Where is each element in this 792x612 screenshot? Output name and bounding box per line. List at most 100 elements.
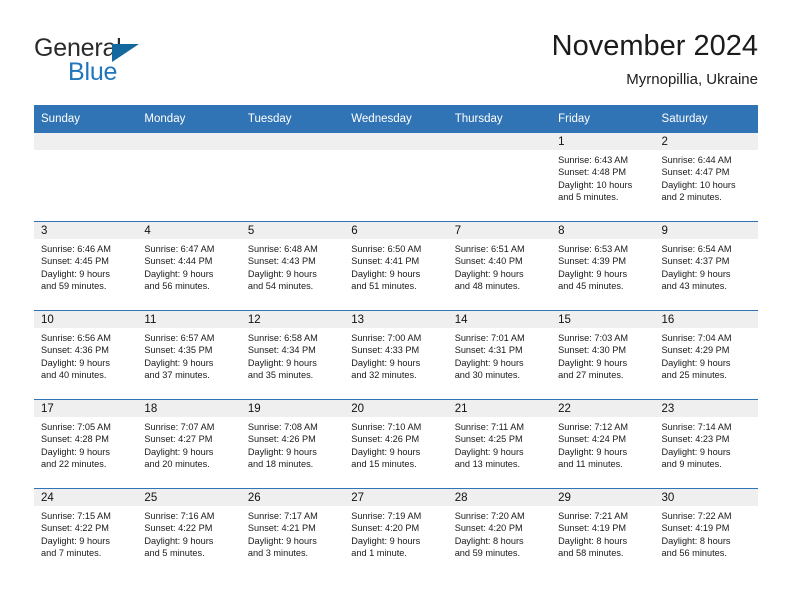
weekday-header-saturday: Saturday xyxy=(654,105,758,133)
day-number: 14 xyxy=(447,311,552,328)
calendar-day-cell[interactable]: 14 Sunrise: 7:01 AM Sunset: 4:31 PM Dayligh… xyxy=(447,310,552,400)
daylight-text: Daylight: 9 hours xyxy=(454,268,524,279)
sunset-text: Sunset: 4:25 PM xyxy=(454,434,523,445)
daylight-text: Daylight: 9 hours xyxy=(661,268,731,279)
brand-logo[interactable]: General Blue xyxy=(34,34,254,90)
daylight-text-cont: and 11 minutes. xyxy=(558,459,623,470)
daylight-text-cont: and 22 minutes. xyxy=(41,459,107,470)
daylight-text-cont: and 25 minutes. xyxy=(661,370,727,381)
day-detail-list: Sunrise: 7:22 AM Sunset: 4:19 PM Daylight:… xyxy=(655,506,758,560)
sunset-text: Sunset: 4:19 PM xyxy=(558,523,627,534)
calendar-day-cell[interactable]: 23 Sunrise: 7:14 AM Sunset: 4:23 PM Dayligh… xyxy=(654,399,758,489)
calendar-week-row: 10 Sunrise: 6:56 AM Sunset: 4:36 PM Dayligh… xyxy=(34,310,758,400)
page-title: November 2024 xyxy=(551,30,758,62)
sunset-text: Sunset: 4:29 PM xyxy=(661,345,730,356)
day-detail-list: Sunrise: 6:44 AM Sunset: 4:47 PM Daylight:… xyxy=(655,150,758,204)
sunset-text: Sunset: 4:28 PM xyxy=(41,434,109,445)
calendar-day-cell[interactable]: 19 Sunrise: 7:08 AM Sunset: 4:26 PM Dayligh… xyxy=(240,399,345,489)
calendar-day-cell[interactable]: 17 Sunrise: 7:05 AM Sunset: 4:28 PM Dayligh… xyxy=(34,399,138,489)
day-detail-list: Sunrise: 7:00 AM Sunset: 4:33 PM Daylight:… xyxy=(344,328,447,382)
calendar-header-row: Sunday Monday Tuesday Wednesday Thursday Frid… xyxy=(34,105,758,133)
sunset-text: Sunset: 4:35 PM xyxy=(144,345,213,356)
daylight-text: Daylight: 9 hours xyxy=(41,357,110,368)
daylight-text-cont: and 40 minutes. xyxy=(41,370,107,381)
day-detail-list: Sunrise: 6:51 AM Sunset: 4:40 PM Daylight:… xyxy=(448,239,551,293)
day-number: 18 xyxy=(137,400,241,417)
day-detail-list: Sunrise: 7:15 AM Sunset: 4:22 PM Daylight:… xyxy=(34,506,137,560)
daylight-text-cont: and 15 minutes. xyxy=(351,459,417,470)
calendar-day-cell[interactable]: 1 Sunrise: 6:43 AM Sunset: 4:48 PM Daylight… xyxy=(551,133,655,222)
sunset-text: Sunset: 4:40 PM xyxy=(454,256,523,267)
calendar-day-cell-empty xyxy=(34,133,138,222)
day-number: 6 xyxy=(344,222,448,239)
day-number: 11 xyxy=(137,311,241,328)
daylight-text-cont: and 58 minutes. xyxy=(558,548,624,559)
day-detail-list: Sunrise: 6:56 AM Sunset: 4:36 PM Daylight:… xyxy=(34,328,137,382)
daylight-text-cont: and 56 minutes. xyxy=(661,548,727,559)
calendar-day-cell[interactable]: 5 Sunrise: 6:48 AM Sunset: 4:43 PM Daylight… xyxy=(240,221,345,311)
daylight-text: Daylight: 9 hours xyxy=(351,446,421,457)
daylight-text-cont: and 18 minutes. xyxy=(247,459,314,470)
calendar-day-cell[interactable]: 18 Sunrise: 7:07 AM Sunset: 4:27 PM Dayligh… xyxy=(137,399,241,489)
daylight-text-cont: and 2 minutes. xyxy=(661,192,722,203)
calendar-day-cell[interactable]: 24 Sunrise: 7:15 AM Sunset: 4:22 PM Dayligh… xyxy=(34,488,138,577)
day-number: 21 xyxy=(447,400,552,417)
day-detail-list: Sunrise: 6:53 AM Sunset: 4:39 PM Daylight:… xyxy=(551,239,654,293)
calendar-day-cell[interactable]: 2 Sunrise: 6:44 AM Sunset: 4:47 PM Daylight… xyxy=(654,133,758,222)
calendar-day-cell[interactable]: 21 Sunrise: 7:11 AM Sunset: 4:25 PM Dayligh… xyxy=(447,399,552,489)
day-number: 8 xyxy=(551,222,655,239)
daylight-text-cont: and 30 minutes. xyxy=(454,370,521,381)
calendar-day-cell[interactable]: 20 Sunrise: 7:10 AM Sunset: 4:26 PM Dayligh… xyxy=(344,399,448,489)
calendar-week-row: 17 Sunrise: 7:05 AM Sunset: 4:28 PM Dayligh… xyxy=(34,399,758,489)
calendar-day-cell[interactable]: 22 Sunrise: 7:12 AM Sunset: 4:24 PM Dayligh… xyxy=(551,399,655,489)
day-detail-list: Sunrise: 7:10 AM Sunset: 4:26 PM Daylight:… xyxy=(344,417,447,471)
calendar-day-cell[interactable]: 16 Sunrise: 7:04 AM Sunset: 4:29 PM Dayligh… xyxy=(654,310,758,400)
sunset-text: Sunset: 4:20 PM xyxy=(351,523,420,534)
calendar-day-cell[interactable]: 3 Sunrise: 6:46 AM Sunset: 4:45 PM Daylight… xyxy=(34,221,138,311)
title-block: November 2024 Myrnopillia, Ukraine xyxy=(552,28,758,91)
day-number: 24 xyxy=(34,489,138,506)
calendar-day-cell[interactable]: 30 Sunrise: 7:22 AM Sunset: 4:19 PM Dayligh… xyxy=(654,488,758,577)
daylight-text-cont: and 48 minutes. xyxy=(454,281,521,292)
calendar-day-cell[interactable]: 29 Sunrise: 7:21 AM Sunset: 4:19 PM Dayligh… xyxy=(551,488,655,577)
sunset-text: Sunset: 4:45 PM xyxy=(41,256,109,267)
calendar-day-cell[interactable]: 11 Sunrise: 6:57 AM Sunset: 4:35 PM Dayligh… xyxy=(137,310,241,400)
calendar-day-cell[interactable]: 28 Sunrise: 7:20 AM Sunset: 4:20 PM Dayligh… xyxy=(447,488,552,577)
sunrise-text: Sunrise: 7:05 AM xyxy=(41,422,111,432)
calendar-page: General Blue November 2024 Myrnopillia, … xyxy=(0,0,792,612)
sunset-text: Sunset: 4:26 PM xyxy=(351,434,420,445)
weekday-header-row: Sunday Monday Tuesday Wednesday Thursday Frid… xyxy=(34,105,758,133)
calendar-day-cell-empty xyxy=(137,133,241,222)
calendar-day-cell[interactable]: 13 Sunrise: 7:00 AM Sunset: 4:33 PM Dayligh… xyxy=(344,310,448,400)
day-detail-list: Sunrise: 7:01 AM Sunset: 4:31 PM Daylight:… xyxy=(448,328,551,382)
daylight-text-cont: and 20 minutes. xyxy=(144,459,210,470)
sunrise-text: Sunrise: 7:04 AM xyxy=(661,333,732,343)
calendar-day-cell[interactable]: 8 Sunrise: 6:53 AM Sunset: 4:39 PM Daylight… xyxy=(551,221,655,311)
day-detail-list: Sunrise: 7:07 AM Sunset: 4:27 PM Daylight:… xyxy=(137,417,240,471)
calendar-day-cell[interactable]: 9 Sunrise: 6:54 AM Sunset: 4:37 PM Daylight… xyxy=(654,221,758,311)
calendar-day-cell[interactable]: 25 Sunrise: 7:16 AM Sunset: 4:22 PM Dayligh… xyxy=(137,488,241,577)
day-number xyxy=(240,133,345,150)
day-detail-list: Sunrise: 7:11 AM Sunset: 4:25 PM Daylight:… xyxy=(448,417,551,471)
calendar-day-cell[interactable]: 6 Sunrise: 6:50 AM Sunset: 4:41 PM Daylight… xyxy=(344,221,448,311)
calendar-day-cell[interactable]: 26 Sunrise: 7:17 AM Sunset: 4:21 PM Dayligh… xyxy=(240,488,345,577)
calendar-day-cell[interactable]: 7 Sunrise: 6:51 AM Sunset: 4:40 PM Daylight… xyxy=(447,221,552,311)
day-number: 25 xyxy=(137,489,241,506)
calendar-day-cell[interactable]: 15 Sunrise: 7:03 AM Sunset: 4:30 PM Dayligh… xyxy=(551,310,655,400)
weekday-header-friday: Friday xyxy=(551,105,655,133)
sunrise-text: Sunrise: 7:03 AM xyxy=(558,333,629,343)
day-number: 20 xyxy=(344,400,448,417)
day-detail-list: Sunrise: 7:16 AM Sunset: 4:22 PM Daylight:… xyxy=(137,506,240,560)
daylight-text: Daylight: 9 hours xyxy=(351,268,421,279)
calendar-day-cell[interactable]: 12 Sunrise: 6:58 AM Sunset: 4:34 PM Dayligh… xyxy=(240,310,345,400)
day-detail-list: Sunrise: 6:43 AM Sunset: 4:48 PM Daylight:… xyxy=(551,150,654,204)
day-number: 17 xyxy=(34,400,138,417)
day-number: 29 xyxy=(551,489,655,506)
sunset-text: Sunset: 4:22 PM xyxy=(41,523,109,534)
calendar-day-cell[interactable]: 10 Sunrise: 6:56 AM Sunset: 4:36 PM Dayligh… xyxy=(34,310,138,400)
calendar-day-cell[interactable]: 27 Sunrise: 7:19 AM Sunset: 4:20 PM Dayligh… xyxy=(344,488,448,577)
calendar-day-cell[interactable]: 4 Sunrise: 6:47 AM Sunset: 4:44 PM Daylight… xyxy=(137,221,241,311)
day-detail-list: Sunrise: 6:57 AM Sunset: 4:35 PM Daylight:… xyxy=(137,328,240,382)
daylight-text: Daylight: 9 hours xyxy=(144,535,214,546)
daylight-text-cont: and 1 minute. xyxy=(351,548,407,559)
